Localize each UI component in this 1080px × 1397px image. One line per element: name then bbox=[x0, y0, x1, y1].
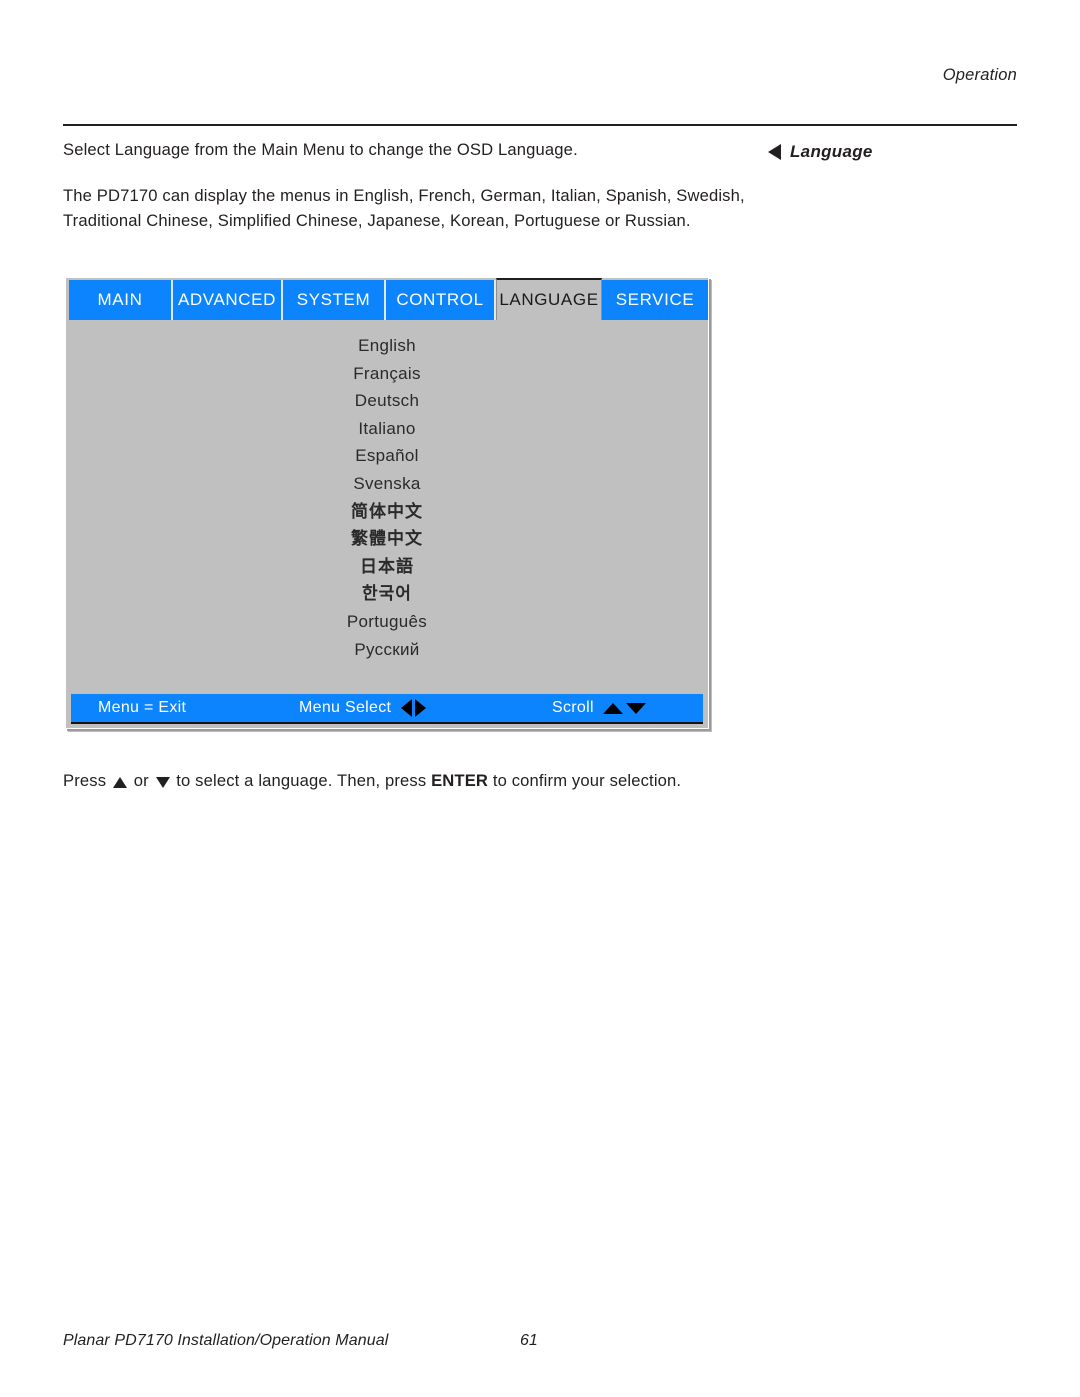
osd-language-item[interactable]: 한국어 bbox=[66, 580, 708, 608]
body-text-column: Select Language from the Main Menu to ch… bbox=[63, 138, 753, 233]
osd-menu-select-hint: Menu Select bbox=[299, 699, 427, 717]
triangle-left-icon bbox=[401, 699, 413, 717]
osd-language-item[interactable]: 繁體中文 bbox=[66, 525, 708, 553]
osd-language-list: English Français Deutsch Italiano Españo… bbox=[66, 320, 708, 692]
triangle-up-icon bbox=[112, 776, 127, 788]
footer-page-number: 61 bbox=[520, 1332, 538, 1349]
osd-status-bar: Menu = Exit Menu Select Scroll bbox=[71, 694, 703, 724]
osd-tab-language[interactable]: LANGUAGE bbox=[496, 278, 602, 320]
instruction-mid: or bbox=[128, 771, 154, 790]
osd-exit-hint: Menu = Exit bbox=[98, 699, 187, 716]
osd-language-item[interactable]: 简体中文 bbox=[66, 498, 708, 526]
osd-language-item[interactable]: Italiano bbox=[66, 415, 708, 443]
triangle-up-icon bbox=[602, 702, 623, 714]
triangle-down-icon bbox=[155, 776, 170, 788]
osd-menu-select-label: Menu Select bbox=[299, 699, 392, 716]
triangle-right-icon bbox=[415, 699, 427, 717]
running-head: Operation bbox=[942, 66, 1017, 84]
footer-manual-title: Planar PD7170 Installation/Operation Man… bbox=[63, 1332, 389, 1349]
osd-language-item[interactable]: Français bbox=[66, 360, 708, 388]
osd-menu-screenshot: MAIN ADVANCED SYSTEM CONTROL LANGUAGE SE… bbox=[65, 277, 709, 729]
osd-language-item[interactable]: Русский bbox=[66, 636, 708, 664]
osd-language-item[interactable]: Svenska bbox=[66, 470, 708, 498]
osd-language-item[interactable]: English bbox=[66, 332, 708, 360]
intro-paragraph: Select Language from the Main Menu to ch… bbox=[63, 140, 578, 159]
osd-scroll-label: Scroll bbox=[552, 699, 594, 716]
osd-tab-bar: MAIN ADVANCED SYSTEM CONTROL LANGUAGE SE… bbox=[66, 278, 708, 320]
margin-note-label: Language bbox=[790, 142, 873, 161]
osd-tab-main[interactable]: MAIN bbox=[69, 280, 173, 320]
osd-tab-service[interactable]: SERVICE bbox=[602, 280, 708, 320]
instruction-prefix: Press bbox=[63, 771, 111, 790]
osd-scroll-hint: Scroll bbox=[552, 699, 646, 717]
triangle-left-icon bbox=[768, 144, 781, 160]
osd-language-item[interactable]: Español bbox=[66, 442, 708, 470]
osd-language-item[interactable]: Deutsch bbox=[66, 387, 708, 415]
margin-note: Language bbox=[768, 142, 873, 162]
instruction-line: Press or to select a language. Then, pre… bbox=[63, 771, 681, 791]
languages-paragraph: The PD7170 can display the menus in Engl… bbox=[63, 186, 745, 230]
osd-up-down-arrows bbox=[602, 702, 646, 714]
triangle-down-icon bbox=[625, 702, 646, 714]
osd-tab-system[interactable]: SYSTEM bbox=[283, 280, 386, 320]
osd-tab-advanced[interactable]: ADVANCED bbox=[173, 280, 283, 320]
instruction-key: ENTER bbox=[431, 771, 489, 790]
osd-language-item[interactable]: Português bbox=[66, 608, 708, 636]
header-divider bbox=[63, 124, 1017, 126]
osd-left-right-arrows bbox=[401, 699, 427, 717]
osd-tab-control[interactable]: CONTROL bbox=[386, 280, 496, 320]
instruction-suffix: to confirm your selection. bbox=[488, 771, 682, 790]
instruction-after-arrows: to select a language. Then, press bbox=[171, 771, 432, 790]
osd-language-item[interactable]: 日本語 bbox=[66, 553, 708, 581]
